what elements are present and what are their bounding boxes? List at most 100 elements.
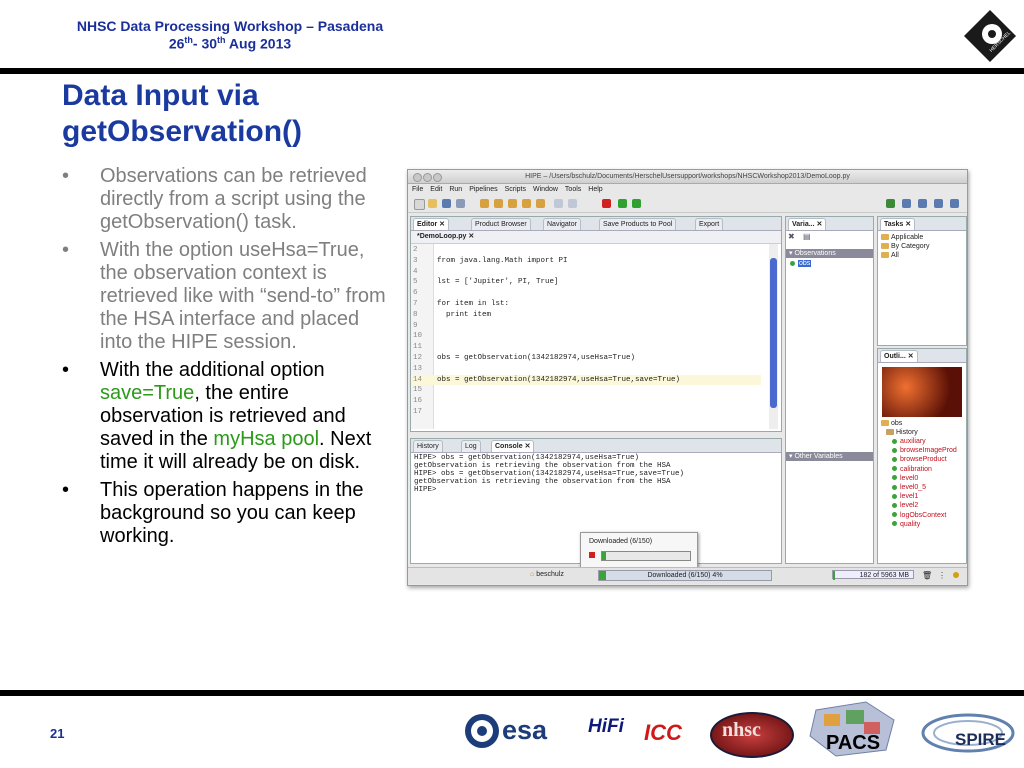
search-icon[interactable]	[918, 199, 927, 208]
menu-run[interactable]: Run	[449, 186, 462, 193]
page-number: 21	[50, 726, 65, 741]
outline-item[interactable]: quality	[892, 520, 920, 529]
outline-item[interactable]: browseProduct	[892, 455, 947, 464]
esa-logo-text: esa	[502, 715, 548, 745]
code-text: from java.lang.Math import PI	[437, 256, 568, 265]
outline-item[interactable]: level1	[892, 492, 918, 501]
step-icon[interactable]	[508, 199, 517, 208]
console-line: HIPE>	[414, 486, 437, 494]
tab-variables[interactable]: Varia... ✕	[788, 218, 827, 230]
run-line-icon[interactable]	[522, 199, 531, 208]
icc-logo-text: ICC	[644, 720, 682, 745]
obs-variable[interactable]: obs	[790, 260, 812, 267]
green-dot-icon	[892, 475, 897, 481]
console-output[interactable]: HIPE> obs = getObservation(1342182974,us…	[414, 454, 774, 494]
line-number: 6	[413, 289, 418, 298]
editor-scrollbar[interactable]	[769, 244, 778, 429]
outline-item[interactable]: logObsContext	[892, 511, 946, 520]
delete-icon[interactable]: ✖	[788, 232, 795, 241]
close-icon[interactable]	[413, 173, 422, 182]
tab-history[interactable]: History	[413, 440, 443, 452]
breakpoint-icon[interactable]	[568, 199, 577, 208]
menu-pipelines[interactable]: Pipelines	[469, 186, 497, 193]
settings-icon[interactable]	[902, 199, 911, 208]
code-area[interactable]: 2 3 from java.lang.Math import PI 4 5 lst = […	[411, 244, 771, 429]
outline-panel: Outli... ✕ obs History auxiliary browseIm…	[877, 348, 967, 564]
stop-icon[interactable]	[602, 199, 611, 208]
undo-icon[interactable]	[480, 199, 489, 208]
zoom-icon[interactable]	[433, 173, 442, 182]
observations-header[interactable]: ▾ Observations	[786, 249, 873, 258]
scrollbar-thumb[interactable]	[770, 258, 777, 408]
tab-editor[interactable]: Editor ✕	[413, 218, 450, 230]
green-dot-icon	[892, 493, 897, 499]
bullet-item-highlighted: • With the additional option save=True, t…	[62, 359, 372, 473]
outline-item[interactable]: level0	[892, 474, 918, 483]
outline-obs[interactable]: obs	[881, 419, 902, 428]
editor-tab-bar: Editor ✕ Product Browser Navigator Save …	[411, 217, 781, 231]
tab-outline[interactable]: Outli... ✕	[880, 350, 918, 362]
tab-navigator[interactable]: Navigator	[543, 218, 581, 230]
tab-console[interactable]: Console ✕	[491, 440, 535, 452]
tab-save-products[interactable]: Save Products to Pool	[599, 218, 677, 230]
menu-tools[interactable]: Tools	[565, 186, 581, 193]
tab-export[interactable]: Export	[695, 218, 724, 230]
menu-file[interactable]: File	[412, 186, 423, 193]
play-icon[interactable]	[618, 199, 627, 208]
code-line: 16	[411, 396, 761, 407]
hipe-window-screenshot: HIPE – /Users/bschulz/Documents/Herschel…	[407, 169, 968, 586]
window-title: HIPE – /Users/bschulz/Documents/Herschel…	[525, 173, 850, 180]
tasks-applicable[interactable]: Applicable	[881, 233, 923, 242]
save-icon[interactable]	[442, 199, 451, 208]
debug-icon[interactable]	[554, 199, 563, 208]
home-icon[interactable]	[886, 199, 895, 208]
bullet-item: • This operation happens in the backgroun…	[62, 479, 364, 547]
play-step-icon[interactable]	[632, 199, 641, 208]
status-indicator-icon	[953, 572, 959, 578]
code-line: 13	[411, 364, 761, 375]
code-line: 8 print item	[411, 310, 761, 321]
tab-tasks[interactable]: Tasks ✕	[880, 218, 916, 230]
outline-item[interactable]: browseImageProd	[892, 446, 957, 455]
tasks-by-category[interactable]: By Category	[881, 242, 930, 251]
run-all-icon[interactable]	[536, 199, 545, 208]
line-number: 16	[413, 397, 423, 406]
open-folder-icon[interactable]	[428, 199, 437, 208]
menu-edit[interactable]: Edit	[430, 186, 442, 193]
line-number: 14	[413, 375, 423, 384]
cancel-download-icon[interactable]	[589, 552, 595, 558]
new-file-icon[interactable]	[414, 199, 425, 210]
memory-indicator[interactable]: 182 of 5963 MB	[832, 570, 914, 580]
other-variables-header[interactable]: ▾ Other Variables	[786, 452, 873, 461]
menu-scripts[interactable]: Scripts	[505, 186, 526, 193]
redo-icon[interactable]	[494, 199, 503, 208]
back-icon[interactable]	[950, 199, 959, 208]
bullet-list: • Observations can be retrieved directly …	[58, 165, 388, 553]
green-dot-icon	[892, 521, 897, 527]
code-line: 7 for item in lst:	[411, 299, 761, 310]
tasks-all[interactable]: All	[881, 251, 899, 260]
tab-log[interactable]: Log	[461, 440, 481, 452]
line-number: 7	[413, 300, 418, 308]
refresh-icon[interactable]	[934, 199, 943, 208]
variables-tab-bar: Varia... ✕	[786, 217, 873, 231]
line-number: 8	[413, 310, 418, 319]
outline-item[interactable]: calibration	[892, 465, 932, 474]
outline-item[interactable]: auxiliary	[892, 437, 926, 446]
outline-item[interactable]: level0_5	[892, 483, 926, 492]
variables-toolbar: ✖ ▤	[788, 232, 871, 246]
outline-history[interactable]: History	[886, 428, 918, 437]
status-download-fill	[599, 571, 606, 580]
menu-window[interactable]: Window	[533, 186, 558, 193]
tab-product-browser[interactable]: Product Browser	[471, 218, 531, 230]
line-number: 11	[413, 343, 423, 352]
code-line: 15	[411, 385, 761, 396]
tab-demoloop[interactable]: *DemoLoop.py ✕	[417, 232, 474, 240]
filter-icon[interactable]: ▤	[803, 232, 811, 241]
print-icon[interactable]	[456, 199, 465, 208]
outline-item[interactable]: level2	[892, 501, 918, 510]
green-dot-icon	[892, 503, 897, 509]
menu-help[interactable]: Help	[588, 186, 602, 193]
minimize-icon[interactable]	[423, 173, 432, 182]
garbage-collect-icon[interactable]: 🗑	[922, 571, 932, 580]
